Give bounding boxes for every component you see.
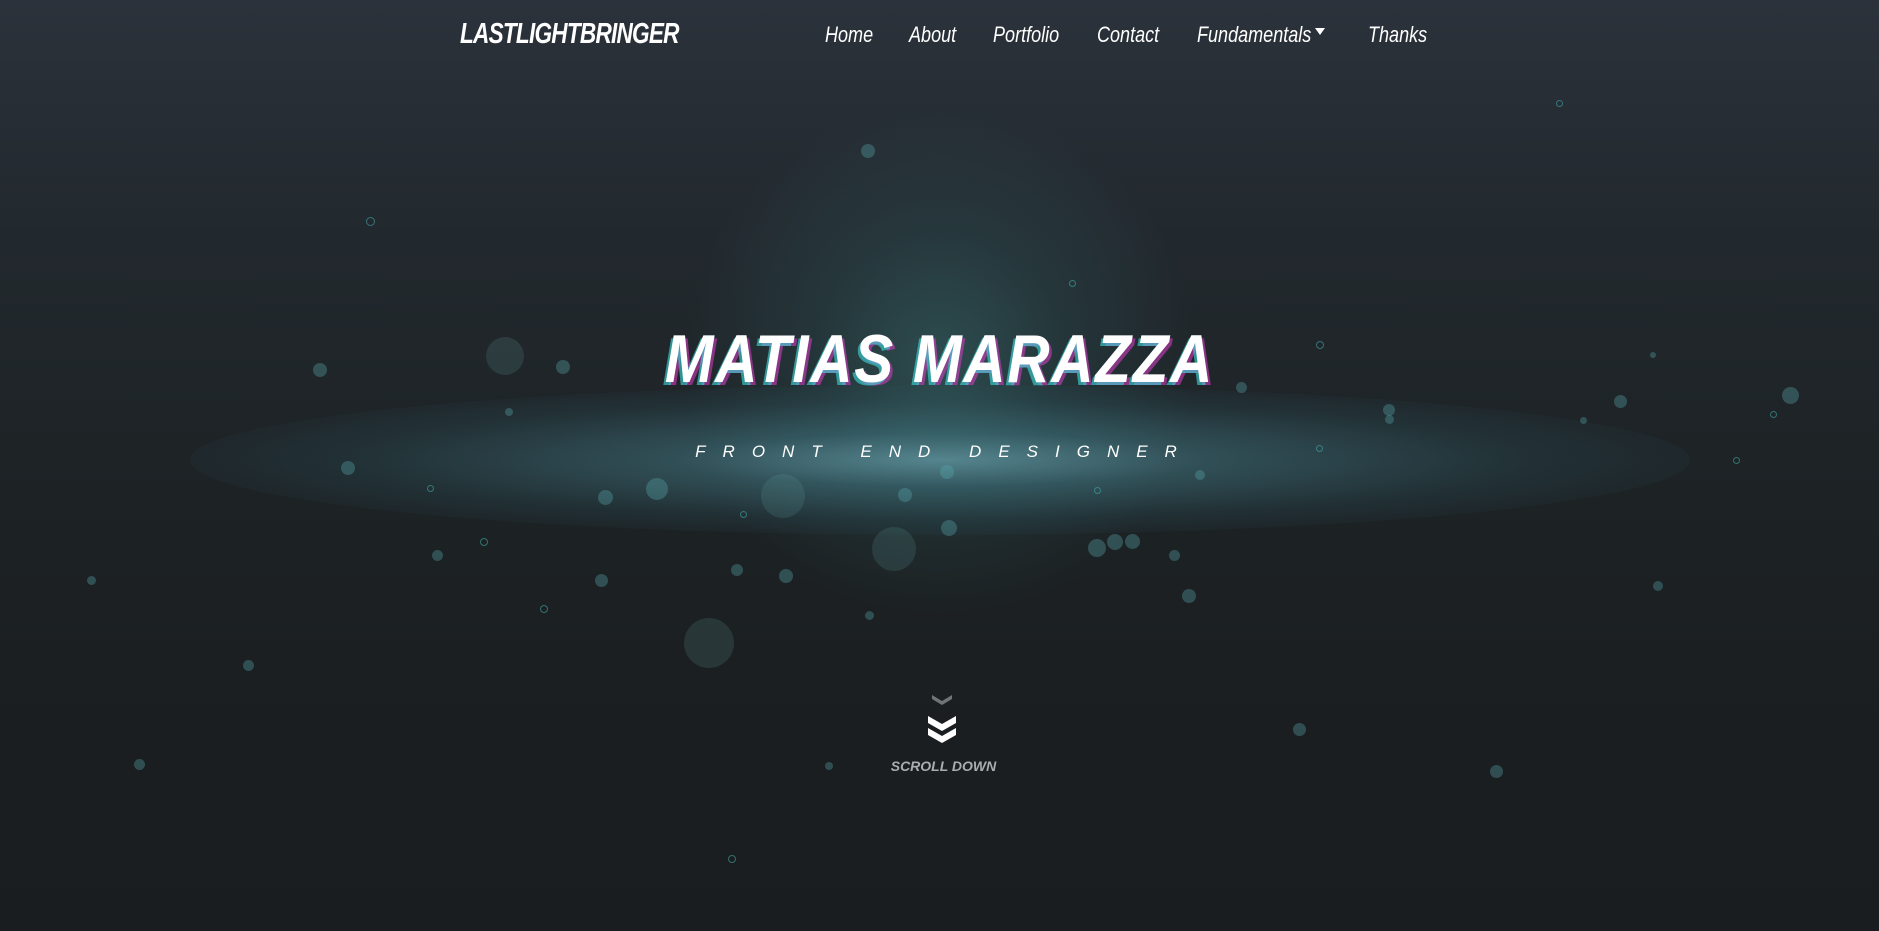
particle — [1069, 280, 1076, 287]
particle — [595, 574, 608, 587]
double-chevron-down-icon[interactable] — [926, 714, 958, 744]
particle — [87, 576, 96, 585]
nav-fundamentals[interactable]: Fundamentals — [1197, 22, 1311, 48]
particle — [872, 527, 916, 571]
top-navigation: LASTLIGHTBRINGER Home About Portfolio Co… — [0, 0, 1879, 72]
scroll-down-label[interactable]: SCROLL DOWN — [0, 758, 1879, 774]
particle — [243, 660, 254, 671]
particle — [1088, 539, 1106, 557]
particle — [761, 474, 805, 518]
chevron-down-icon — [932, 695, 952, 705]
particle — [1770, 411, 1777, 418]
particle — [540, 605, 548, 613]
scroll-down-indicator[interactable]: SCROLL DOWN — [0, 690, 1879, 780]
particle — [861, 144, 875, 158]
particle — [427, 485, 434, 492]
nav-home[interactable]: Home — [825, 22, 873, 48]
hero-name: MATIAS MARAZZA — [664, 321, 1215, 397]
particle — [1556, 100, 1563, 107]
particle — [1182, 589, 1196, 603]
particle — [1169, 550, 1180, 561]
particle — [1094, 487, 1101, 494]
particle — [941, 520, 957, 536]
nav-about[interactable]: About — [909, 22, 956, 48]
particle — [1782, 387, 1799, 404]
particle — [432, 550, 443, 561]
particle — [898, 488, 912, 502]
particle — [731, 564, 743, 576]
particle — [779, 569, 793, 583]
dropdown-caret-icon[interactable] — [1315, 28, 1325, 35]
particle — [1107, 534, 1123, 550]
particle — [728, 855, 736, 863]
nav-portfolio[interactable]: Portfolio — [993, 22, 1059, 48]
particle — [1385, 415, 1394, 424]
particle — [865, 611, 874, 620]
hero-background — [0, 0, 1879, 931]
particle — [1195, 470, 1205, 480]
particle — [684, 618, 734, 668]
particle — [341, 461, 355, 475]
particle — [505, 408, 513, 416]
particle — [740, 511, 747, 518]
nav-thanks[interactable]: Thanks — [1368, 22, 1427, 48]
particle — [1125, 534, 1140, 549]
particle — [366, 217, 375, 226]
particle — [1653, 581, 1663, 591]
particle — [1580, 417, 1587, 424]
particle — [646, 478, 668, 500]
particle — [940, 465, 954, 479]
hero-subtitle: FRONT END DESIGNER — [695, 442, 1194, 461]
nav-contact[interactable]: Contact — [1097, 22, 1159, 48]
particle — [480, 538, 488, 546]
particle — [598, 490, 613, 505]
site-logo[interactable]: LASTLIGHTBRINGER — [460, 18, 680, 51]
